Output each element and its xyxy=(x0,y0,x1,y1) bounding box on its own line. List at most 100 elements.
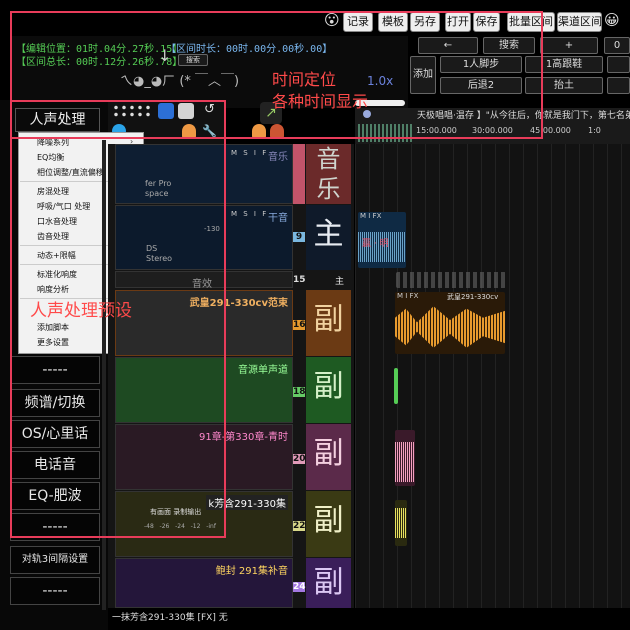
plus-button[interactable]: + xyxy=(540,37,598,54)
menu-item-sibilance[interactable]: 齿音处理 xyxy=(37,231,69,242)
track-glyph: 主 xyxy=(335,277,345,287)
track-number: 9 xyxy=(293,232,305,242)
menu-item-phase[interactable]: 相位调整/直流偏移 xyxy=(37,167,104,178)
track-glyph: 副 xyxy=(306,424,351,490)
telephone-fx-button[interactable]: 电话音 xyxy=(10,451,100,479)
add-button[interactable]: 添加 xyxy=(410,56,436,94)
track-ds-label: DS xyxy=(146,244,158,253)
mushroom-3-icon[interactable] xyxy=(270,124,284,138)
sfx-extra-button-2[interactable] xyxy=(607,77,630,94)
track-spacing-button[interactable]: 对轨3间隔设置 xyxy=(10,546,100,574)
track-header-20[interactable]: 91章-第330章-青时 xyxy=(115,424,293,490)
sidebar-scrollbar[interactable] xyxy=(102,140,106,610)
smile-emoji-icon: 😀 xyxy=(604,11,620,29)
cut-button[interactable]: 0 xyxy=(604,37,630,54)
clip-label: 武皇291-330cv xyxy=(447,293,499,301)
track-number: 24 xyxy=(293,582,306,592)
shock-emoji-icon: 😮 xyxy=(324,11,340,29)
menu-item-normalize[interactable]: 标准化响度 xyxy=(37,269,77,280)
menu-item-mouth-noise[interactable]: 口水音处理 xyxy=(37,216,77,227)
annotation-time-position: 时间定位 xyxy=(272,70,337,89)
music-clip-dots[interactable] xyxy=(396,272,506,288)
template-button[interactable]: 模板 xyxy=(378,12,408,32)
save-button[interactable]: 保存 xyxy=(473,12,500,32)
audio-clip-dry[interactable]: M I FX 赢 · 明 xyxy=(358,212,406,268)
track-glyph: 副 xyxy=(306,491,351,557)
sfx-heels-button[interactable]: 1高跟鞋 xyxy=(525,56,603,73)
small-search-button[interactable]: 搜索 xyxy=(178,54,208,66)
inner-voice-button[interactable]: OS/心里话 xyxy=(10,420,100,448)
plugin-icon[interactable] xyxy=(178,103,194,119)
track-header-dry[interactable]: 干音 M S I F -130 DS Stereo xyxy=(115,205,293,270)
eq-fat-button[interactable]: EQ-肥波 xyxy=(10,482,100,510)
track-buttons[interactable]: M S I F xyxy=(231,149,268,157)
wrench-icon[interactable]: 🔧 xyxy=(202,124,217,138)
track-header-sfx[interactable]: 音效 xyxy=(115,271,293,290)
menu-item-reverb[interactable]: 房混处理 xyxy=(37,186,69,197)
mushroom-icon[interactable] xyxy=(182,124,196,138)
track-name-left-label: space xyxy=(145,189,169,198)
divider-button-1[interactable]: ----- xyxy=(10,356,100,384)
menu-item-loudness[interactable]: 响度分析 xyxy=(37,284,69,295)
track-sub-label: 有画面 录制输出 xyxy=(150,508,202,516)
track-number: 16 xyxy=(293,320,306,330)
track-glyph: 音乐 xyxy=(306,144,351,204)
spectrum-switch-button[interactable]: 频谱/切换 xyxy=(10,389,100,417)
ruler-tick-15m: 15:00.000 xyxy=(416,126,457,135)
track-number: 20 xyxy=(293,454,306,464)
track-number: 15 xyxy=(293,275,306,285)
speed-readout: 1.0x xyxy=(367,74,394,88)
meter-tick: -24 xyxy=(175,523,185,530)
menu-item-denoise[interactable]: 降噪系列 xyxy=(37,137,69,148)
layers-icon[interactable] xyxy=(158,103,174,119)
divider-button-3[interactable]: ----- xyxy=(10,577,100,605)
marker-bars xyxy=(358,124,413,142)
divider-button-2[interactable]: ----- xyxy=(10,513,100,541)
track-header-music[interactable]: 音乐 M S I F xyxy=(115,144,293,204)
track-header-18[interactable]: 音源单声道 xyxy=(115,357,293,423)
meter-tick: -12 xyxy=(190,523,201,530)
track-stereo-label: Stereo xyxy=(146,254,173,263)
grid-dots-icon[interactable] xyxy=(112,104,152,118)
status-text: 一抹芳含291-330集 [FX] 无 xyxy=(112,613,228,623)
waveform xyxy=(395,306,505,348)
track-name: 音乐 xyxy=(268,152,288,163)
track-header-22[interactable]: k芳含291-330集 有画面 录制输出 -48 -26 -24 -12 -in… xyxy=(115,491,293,557)
batch-interval-button[interactable]: 批量区间 xyxy=(507,12,555,32)
sfx-back-button[interactable]: 后退2 xyxy=(440,77,522,94)
track-name: k芳含291-330集 xyxy=(206,495,288,510)
audio-clip-18[interactable] xyxy=(394,368,398,404)
track-buttons[interactable]: M S I F xyxy=(231,210,268,218)
interval-length-readout: 【区间时长：00时.00分.00秒.00】 xyxy=(166,44,333,55)
ruler-tick-1h: 1:0 xyxy=(588,126,601,135)
save-as-button[interactable]: 另存 xyxy=(410,12,440,32)
audio-clip-20[interactable] xyxy=(395,430,415,486)
channel-interval-button[interactable]: 渠道区间 xyxy=(557,12,602,32)
side-menu-title[interactable]: 人声处理 xyxy=(15,108,100,132)
menu-item-eq[interactable]: EQ均衡 xyxy=(37,152,64,163)
meter-scale: -48 -26 -24 -12 -inf xyxy=(144,523,216,530)
mushroom-2-icon[interactable] xyxy=(252,124,266,138)
sfx-extra-button-1[interactable] xyxy=(607,56,630,73)
annotation-vocal-preset: 人声处理预设 xyxy=(30,301,132,321)
menu-item-dynamics[interactable]: 动态+限幅 xyxy=(37,250,76,261)
ruler-tick-30m: 30:00.000 xyxy=(472,126,513,135)
sfx-lift-button[interactable]: 抬土 xyxy=(525,77,603,94)
track-glyph: 副 xyxy=(306,357,351,423)
audio-clip-22[interactable] xyxy=(395,500,407,546)
open-button[interactable]: 打开 xyxy=(445,12,471,32)
sfx-footstep-button[interactable]: 1人脚步 xyxy=(440,56,522,73)
track-name: 武皇291-330cv范束 xyxy=(189,298,288,309)
menu-item-add-script[interactable]: 添加脚本 xyxy=(37,322,69,333)
track-name: 干音 xyxy=(268,213,288,224)
menu-item-breath[interactable]: 呼吸/气口 处理 xyxy=(37,201,90,212)
audio-clip-16[interactable]: M I FX 武皇291-330cv xyxy=(395,292,505,354)
record-button[interactable]: 记录 xyxy=(343,12,373,32)
undo-icon[interactable]: ↺ xyxy=(204,102,215,117)
track-header-24[interactable]: 鲍封 291集补音 xyxy=(115,558,293,608)
search-button[interactable]: 搜索 xyxy=(483,37,535,54)
back-arrow-button[interactable]: ← xyxy=(418,37,478,54)
track-name: 音效 xyxy=(192,279,212,290)
track-header-16[interactable]: 武皇291-330cv范束 xyxy=(115,290,293,356)
menu-item-more-settings[interactable]: 更多设置 xyxy=(37,337,69,348)
